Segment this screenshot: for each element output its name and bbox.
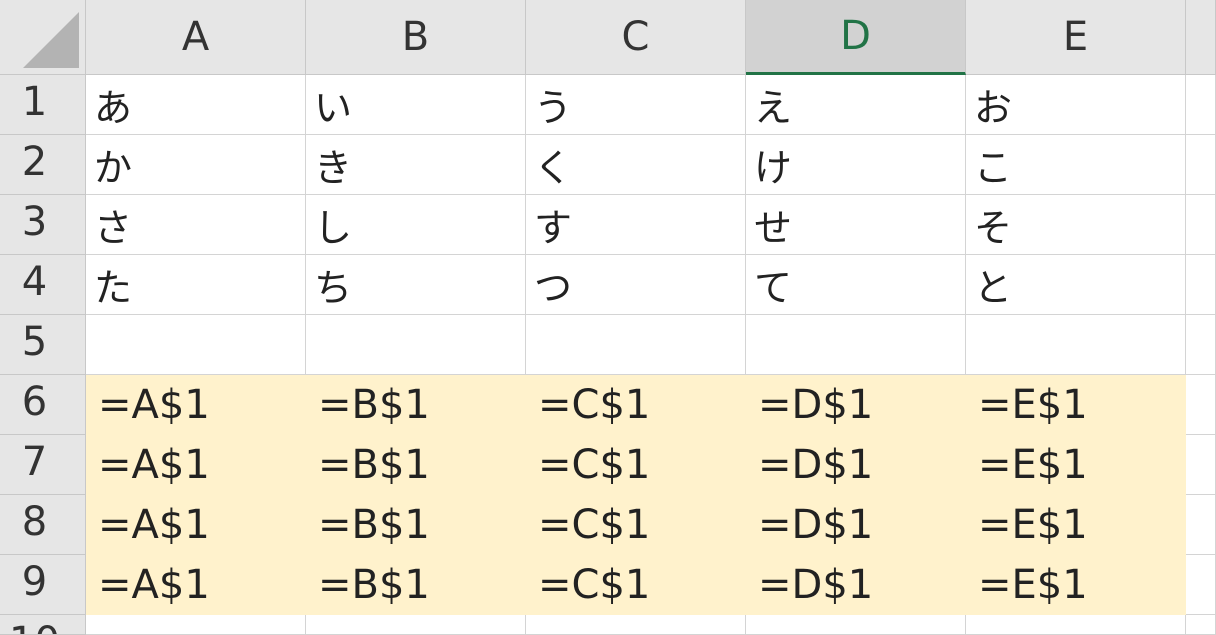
cell-f9[interactable] bbox=[1186, 555, 1216, 615]
cell-b10[interactable] bbox=[306, 615, 526, 635]
row-header-8[interactable]: 8 bbox=[0, 495, 86, 555]
select-all-corner[interactable] bbox=[0, 0, 86, 75]
cell-e7[interactable]: =E$1 bbox=[966, 435, 1186, 495]
column-header-b[interactable]: B bbox=[306, 0, 526, 75]
cell-f4[interactable] bbox=[1186, 255, 1216, 315]
grid-row-9: =A$1 =B$1 =C$1 =D$1 =E$1 bbox=[86, 555, 1216, 615]
column-header-e[interactable]: E bbox=[966, 0, 1186, 75]
row-header-9[interactable]: 9 bbox=[0, 555, 86, 615]
cell-b5[interactable] bbox=[306, 315, 526, 375]
column-header-d[interactable]: D bbox=[746, 0, 966, 75]
grid-row-4: た ち つ て と bbox=[86, 255, 1216, 315]
cell-f5[interactable] bbox=[1186, 315, 1216, 375]
cell-a8[interactable]: =A$1 bbox=[86, 495, 306, 555]
cell-f10[interactable] bbox=[1186, 615, 1216, 635]
row-header-4[interactable]: 4 bbox=[0, 255, 86, 315]
select-all-triangle-icon bbox=[23, 12, 79, 68]
row-header-10[interactable]: 10 bbox=[0, 615, 86, 635]
cell-f8[interactable] bbox=[1186, 495, 1216, 555]
cell-b3[interactable]: し bbox=[306, 195, 526, 255]
grid-row-3: さ し す せ そ bbox=[86, 195, 1216, 255]
cell-a3[interactable]: さ bbox=[86, 195, 306, 255]
cell-d7[interactable]: =D$1 bbox=[746, 435, 966, 495]
cell-c1[interactable]: う bbox=[526, 75, 746, 135]
grid-row-6: =A$1 =B$1 =C$1 =D$1 =E$1 bbox=[86, 375, 1216, 435]
cell-e5[interactable] bbox=[966, 315, 1186, 375]
cell-c5[interactable] bbox=[526, 315, 746, 375]
row-header-1[interactable]: 1 bbox=[0, 75, 86, 135]
cell-b7[interactable]: =B$1 bbox=[306, 435, 526, 495]
cell-f6[interactable] bbox=[1186, 375, 1216, 435]
row-header-2[interactable]: 2 bbox=[0, 135, 86, 195]
row-header-5[interactable]: 5 bbox=[0, 315, 86, 375]
cell-f7[interactable] bbox=[1186, 435, 1216, 495]
cell-e6[interactable]: =E$1 bbox=[966, 375, 1186, 435]
cell-a6[interactable]: =A$1 bbox=[86, 375, 306, 435]
cell-b1[interactable]: い bbox=[306, 75, 526, 135]
grid-row-1: あ い う え お bbox=[86, 75, 1216, 135]
grid-row-2: か き く け こ bbox=[86, 135, 1216, 195]
cell-e8[interactable]: =E$1 bbox=[966, 495, 1186, 555]
cell-f1[interactable] bbox=[1186, 75, 1216, 135]
cell-a4[interactable]: た bbox=[86, 255, 306, 315]
cell-c6[interactable]: =C$1 bbox=[526, 375, 746, 435]
cell-c7[interactable]: =C$1 bbox=[526, 435, 746, 495]
row-header-7[interactable]: 7 bbox=[0, 435, 86, 495]
cell-d4[interactable]: て bbox=[746, 255, 966, 315]
column-header-c[interactable]: C bbox=[526, 0, 746, 75]
cell-a2[interactable]: か bbox=[86, 135, 306, 195]
cell-a9[interactable]: =A$1 bbox=[86, 555, 306, 615]
cell-b8[interactable]: =B$1 bbox=[306, 495, 526, 555]
cell-c4[interactable]: つ bbox=[526, 255, 746, 315]
cell-d9[interactable]: =D$1 bbox=[746, 555, 966, 615]
row-header-6[interactable]: 6 bbox=[0, 375, 86, 435]
cell-d1[interactable]: え bbox=[746, 75, 966, 135]
cell-c9[interactable]: =C$1 bbox=[526, 555, 746, 615]
grid-row-5 bbox=[86, 315, 1216, 375]
cell-d3[interactable]: せ bbox=[746, 195, 966, 255]
cell-a7[interactable]: =A$1 bbox=[86, 435, 306, 495]
grid-row-7: =A$1 =B$1 =C$1 =D$1 =E$1 bbox=[86, 435, 1216, 495]
cell-b6[interactable]: =B$1 bbox=[306, 375, 526, 435]
cell-e9[interactable]: =E$1 bbox=[966, 555, 1186, 615]
cell-f2[interactable] bbox=[1186, 135, 1216, 195]
cell-d6[interactable]: =D$1 bbox=[746, 375, 966, 435]
cell-c8[interactable]: =C$1 bbox=[526, 495, 746, 555]
cell-a5[interactable] bbox=[86, 315, 306, 375]
grid-row-8: =A$1 =B$1 =C$1 =D$1 =E$1 bbox=[86, 495, 1216, 555]
cell-a1[interactable]: あ bbox=[86, 75, 306, 135]
column-header-f[interactable] bbox=[1186, 0, 1216, 75]
cell-e1[interactable]: お bbox=[966, 75, 1186, 135]
row-header-3[interactable]: 3 bbox=[0, 195, 86, 255]
cell-d5[interactable] bbox=[746, 315, 966, 375]
column-header-a[interactable]: A bbox=[86, 0, 306, 75]
cell-d10[interactable] bbox=[746, 615, 966, 635]
cell-b2[interactable]: き bbox=[306, 135, 526, 195]
column-headers: A B C D E bbox=[86, 0, 1216, 75]
cell-e2[interactable]: こ bbox=[966, 135, 1186, 195]
cell-a10[interactable] bbox=[86, 615, 306, 635]
cell-e10[interactable] bbox=[966, 615, 1186, 635]
cell-f3[interactable] bbox=[1186, 195, 1216, 255]
grid-row-10 bbox=[86, 615, 1216, 635]
cell-c3[interactable]: す bbox=[526, 195, 746, 255]
cell-e3[interactable]: そ bbox=[966, 195, 1186, 255]
cell-grid: あ い う え お か き く け こ さ し す せ そ た ち つ て と … bbox=[86, 75, 1216, 635]
cell-c2[interactable]: く bbox=[526, 135, 746, 195]
cell-c10[interactable] bbox=[526, 615, 746, 635]
row-headers: 1 2 3 4 5 6 7 8 9 10 bbox=[0, 75, 86, 635]
cell-d8[interactable]: =D$1 bbox=[746, 495, 966, 555]
cell-e4[interactable]: と bbox=[966, 255, 1186, 315]
cell-d2[interactable]: け bbox=[746, 135, 966, 195]
cell-b9[interactable]: =B$1 bbox=[306, 555, 526, 615]
cell-b4[interactable]: ち bbox=[306, 255, 526, 315]
spreadsheet: A B C D E 1 2 3 4 5 6 7 8 9 10 あ い う え お… bbox=[0, 0, 1216, 635]
